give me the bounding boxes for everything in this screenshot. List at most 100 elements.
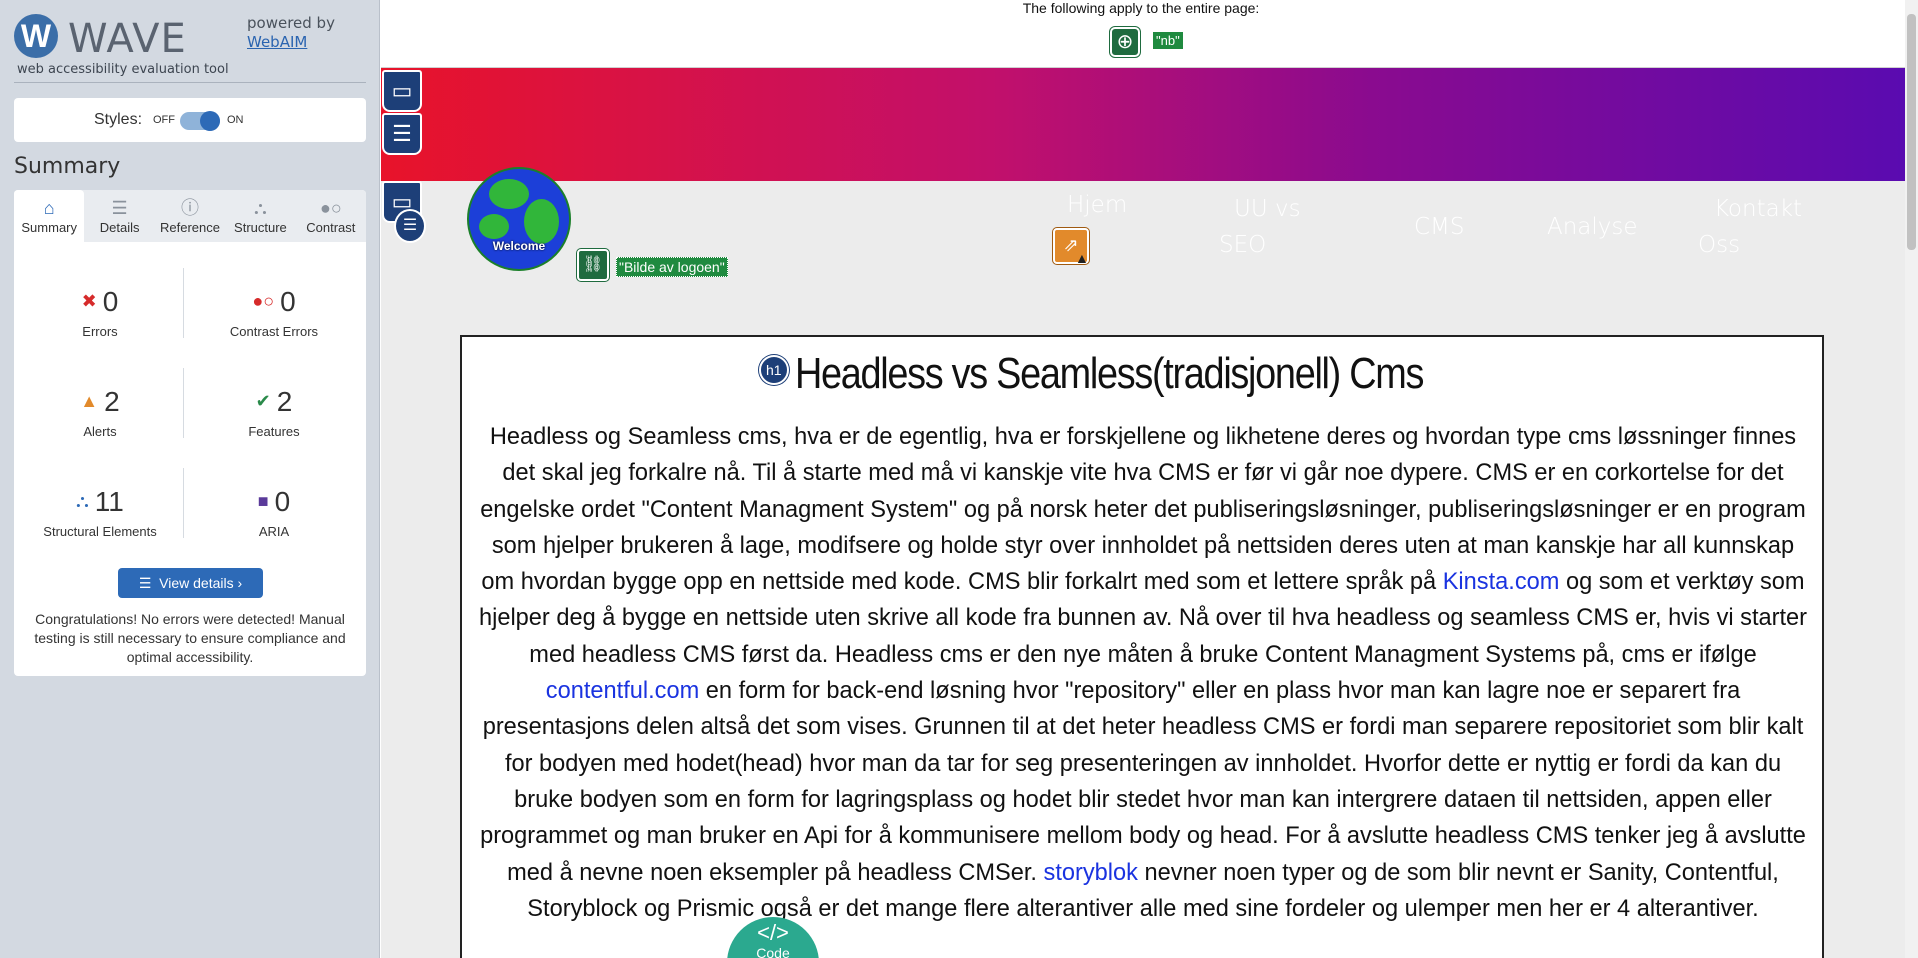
divider bbox=[183, 468, 184, 538]
h1-icon[interactable]: h1 bbox=[758, 355, 789, 385]
site-logo-image[interactable]: Welcome bbox=[467, 167, 571, 271]
scrollbar[interactable] bbox=[1905, 0, 1918, 958]
info-icon: ⓘ bbox=[181, 198, 200, 218]
paragraph-text: en form for back-end løsning hvor "repos… bbox=[480, 678, 1806, 886]
summary-heading: Summary bbox=[14, 154, 121, 179]
wave-logo-icon: W bbox=[14, 14, 58, 58]
wave-tagline: web accessibility evaluation tool bbox=[17, 62, 229, 77]
logo-land bbox=[524, 199, 559, 244]
scrollbar-thumb[interactable] bbox=[1907, 14, 1916, 250]
evaluated-page: The following apply to the entire page: … bbox=[381, 0, 1905, 958]
alt-text-label: "Bilde av logoen" bbox=[616, 257, 728, 277]
tab-reference[interactable]: ⓘ Reference bbox=[155, 190, 225, 242]
features-label: Features bbox=[248, 423, 300, 439]
nav-link-cms[interactable]: CMS bbox=[1414, 209, 1465, 246]
heading-row: h1 Headless vs Seamless(tradisjonell) Cms bbox=[462, 349, 1822, 399]
logo-land bbox=[489, 179, 529, 209]
contrast-errors-count: 0 bbox=[280, 286, 296, 317]
list-icon: ☰ bbox=[138, 575, 160, 591]
header-banner bbox=[381, 68, 1905, 181]
tab-details[interactable]: ☰ Details bbox=[84, 190, 154, 242]
list-icon: ☰ bbox=[111, 198, 128, 218]
page-heading: Headless vs Seamless(tradisjonell) Cms bbox=[794, 349, 1424, 398]
errors-stat[interactable]: ✖ 0 Errors bbox=[20, 284, 180, 339]
powered-by: powered by WebAIM bbox=[247, 14, 335, 52]
storyblok-link[interactable]: storyblok bbox=[1044, 860, 1138, 886]
toggle-knob bbox=[200, 111, 220, 131]
structural-count: 11 bbox=[94, 486, 124, 517]
tab-label: Structure bbox=[234, 220, 287, 235]
tab-structure[interactable]: ⛬ Structure bbox=[225, 190, 295, 242]
tab-summary[interactable]: ⌂ Summary bbox=[14, 190, 85, 242]
globe-icon[interactable]: ⊕ bbox=[1110, 27, 1140, 57]
tab-label: Summary bbox=[21, 220, 78, 235]
wave-title: WAVE bbox=[68, 16, 187, 62]
tab-label: Details bbox=[99, 220, 140, 235]
view-details-button[interactable]: ☰ View details › bbox=[118, 568, 263, 598]
contrast-icon: ●○ bbox=[319, 198, 342, 218]
nav-link-hjem[interactable]: Hjem bbox=[1067, 187, 1127, 224]
contrast-errors-stat[interactable]: ●○ 0 Contrast Errors bbox=[194, 284, 354, 339]
aria-count: 0 bbox=[274, 486, 291, 517]
webaim-link[interactable]: WebAIM bbox=[247, 33, 307, 51]
nav-link-kontakt[interactable]: Kontakt bbox=[1714, 191, 1802, 228]
summary-panel: ⌂ Summary ☰ Details ⓘ Reference ⛬ Struct… bbox=[14, 190, 366, 676]
features-stat[interactable]: ✔ 2 Features bbox=[194, 384, 354, 439]
article-paragraph: Headless og Seamless cms, hva er de egen… bbox=[478, 419, 1808, 927]
styles-toggle[interactable] bbox=[180, 111, 220, 131]
alerts-label: Alerts bbox=[83, 423, 117, 439]
kinsta-link[interactable]: Kinsta.com bbox=[1443, 569, 1560, 595]
error-icon: ✖ bbox=[81, 290, 97, 311]
view-details-label: View details › bbox=[159, 575, 243, 591]
nav-link-seo[interactable]: SEO bbox=[1219, 227, 1266, 264]
language-label: "nb" bbox=[1153, 32, 1183, 49]
article-box: h1 Headless vs Seamless(tradisjonell) Cms… bbox=[460, 335, 1824, 958]
divider bbox=[183, 368, 184, 438]
panel-tabs: ⌂ Summary ☰ Details ⓘ Reference ⛬ Struct… bbox=[14, 190, 366, 242]
congrats-message: Congratulations! No errors were detected… bbox=[34, 611, 346, 665]
divider bbox=[183, 268, 184, 338]
errors-count: 0 bbox=[102, 286, 119, 317]
alerts-count: 2 bbox=[104, 386, 120, 417]
alert-icon: ▲ bbox=[80, 390, 99, 411]
warning-triangle-icon: ▲ bbox=[1075, 250, 1089, 266]
code-toggle-button[interactable]: </> Code bbox=[727, 917, 819, 958]
header-region-icon[interactable]: ▭ bbox=[382, 70, 422, 112]
logo-land bbox=[479, 214, 509, 239]
tab-label: Contrast bbox=[306, 220, 356, 235]
alt-text-icon[interactable]: ⛓ bbox=[577, 249, 609, 281]
structure-icon: ⛬ bbox=[76, 490, 89, 511]
logo-welcome-text: Welcome bbox=[492, 239, 546, 253]
tab-contrast[interactable]: ●○ Contrast bbox=[296, 190, 366, 242]
nav-link-uu-vs[interactable]: UU vs bbox=[1234, 191, 1301, 228]
aria-cube-icon: ■ bbox=[257, 490, 269, 511]
contrast-errors-label: Contrast Errors bbox=[229, 323, 319, 339]
page-notice-bar: The following apply to the entire page: … bbox=[381, 0, 1905, 68]
errors-label: Errors bbox=[82, 323, 118, 339]
navigation-region-icon[interactable]: ☰ bbox=[382, 113, 422, 155]
alerts-stat[interactable]: ▲ 2 Alerts bbox=[20, 384, 180, 439]
unordered-list-icon[interactable]: ☰ bbox=[394, 209, 426, 243]
feature-check-icon: ✔ bbox=[255, 390, 271, 411]
code-icon: </> bbox=[757, 920, 789, 945]
home-icon: ⌂ bbox=[43, 198, 55, 218]
aria-label: ARIA bbox=[258, 523, 290, 539]
hierarchy-icon: ⛬ bbox=[254, 198, 267, 218]
divider bbox=[14, 82, 366, 83]
contrast-error-icon: ●○ bbox=[252, 290, 275, 311]
styles-toggle-box: Styles: OFF ON bbox=[14, 98, 366, 142]
contentful-link[interactable]: contentful.com bbox=[546, 678, 699, 704]
nav-link-oss[interactable]: Oss bbox=[1698, 227, 1740, 264]
code-label: Code bbox=[756, 945, 790, 958]
wave-sidebar: W WAVE web accessibility evaluation tool… bbox=[0, 0, 380, 958]
tab-label: Reference bbox=[160, 220, 220, 235]
structural-stat[interactable]: ⛬ 11 Structural Elements bbox=[20, 484, 180, 539]
features-count: 2 bbox=[276, 386, 293, 417]
structural-label: Structural Elements bbox=[43, 523, 157, 539]
styles-on-label: ON bbox=[227, 114, 244, 126]
nav-link-analyse[interactable]: Analyse bbox=[1547, 209, 1638, 246]
aria-stat[interactable]: ■ 0 ARIA bbox=[194, 484, 354, 539]
powered-by-text: powered by bbox=[247, 14, 335, 32]
styles-label: Styles: bbox=[94, 111, 143, 128]
styles-off-label: OFF bbox=[153, 114, 175, 126]
